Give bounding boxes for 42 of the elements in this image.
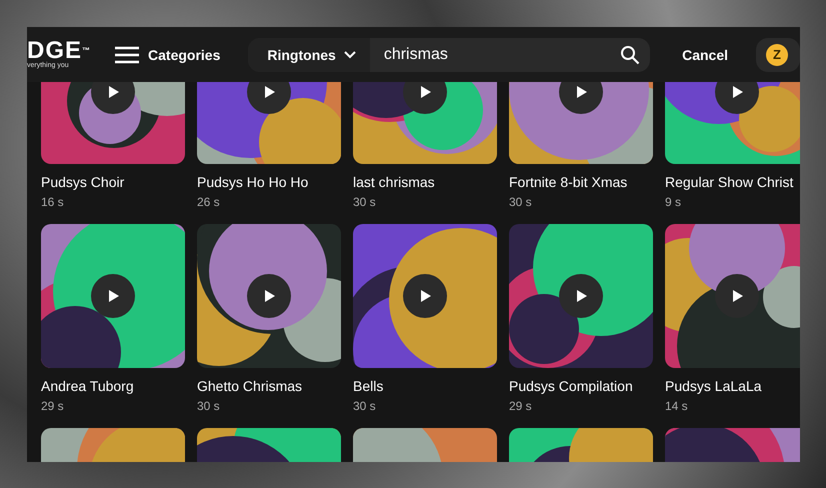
ringtone-title[interactable]: Regular Show Christ	[665, 174, 800, 190]
cover-art[interactable]	[353, 224, 497, 368]
ringtone-title[interactable]: Pudsys LaLaLa	[665, 378, 800, 394]
categories-button[interactable]: Categories	[115, 46, 220, 64]
play-icon	[106, 85, 120, 99]
play-icon	[730, 289, 744, 303]
search-icon[interactable]	[620, 44, 640, 64]
play-icon	[418, 289, 432, 303]
menu-icon	[115, 46, 140, 64]
cover-art[interactable]	[197, 224, 341, 368]
play-icon	[574, 289, 588, 303]
ringtone-duration: 9 s	[665, 195, 682, 209]
coins-button[interactable]: Z	[756, 38, 800, 72]
cover-art[interactable]	[41, 224, 185, 368]
ringtone-duration: 30 s	[197, 399, 221, 413]
ringtone-title[interactable]: Pudsys Choir	[41, 174, 185, 190]
ringtone-duration: 14 s	[665, 399, 689, 413]
ringtone-title[interactable]: Pudsys Ho Ho Ho	[197, 174, 341, 190]
play-icon	[262, 289, 276, 303]
chevron-down-icon	[344, 50, 356, 58]
ringtone-title[interactable]: Ghetto Chrismas	[197, 378, 341, 394]
ringtone-duration: 29 s	[41, 399, 65, 413]
cover-art[interactable]	[509, 224, 653, 368]
search-field[interactable]: Ringtones chrismas	[248, 38, 650, 72]
ringtone-title[interactable]: last chrismas	[353, 174, 497, 190]
ringtone-duration: 30 s	[509, 195, 533, 209]
ringtone-duration: 29 s	[509, 399, 533, 413]
play-icon	[730, 85, 744, 99]
category-dropdown[interactable]: Ringtones	[248, 38, 370, 72]
ringtone-title[interactable]: Pudsys Compilation	[509, 378, 653, 394]
ringtone-duration: 26 s	[197, 195, 221, 209]
ringtone-title[interactable]: Andrea Tuborg	[41, 378, 185, 394]
cover-art[interactable]	[665, 224, 800, 368]
ringtone-duration: 16 s	[41, 195, 65, 209]
play-icon	[106, 289, 120, 303]
ringtone-duration: 30 s	[353, 195, 377, 209]
ringtone-title[interactable]: Fortnite 8-bit Xmas	[509, 174, 653, 190]
cancel-button[interactable]: Cancel	[682, 46, 728, 62]
ringtone-title[interactable]: Bells	[353, 378, 497, 394]
play-icon	[418, 85, 432, 99]
ringtone-duration: 30 s	[353, 399, 377, 413]
play-icon	[574, 85, 588, 99]
